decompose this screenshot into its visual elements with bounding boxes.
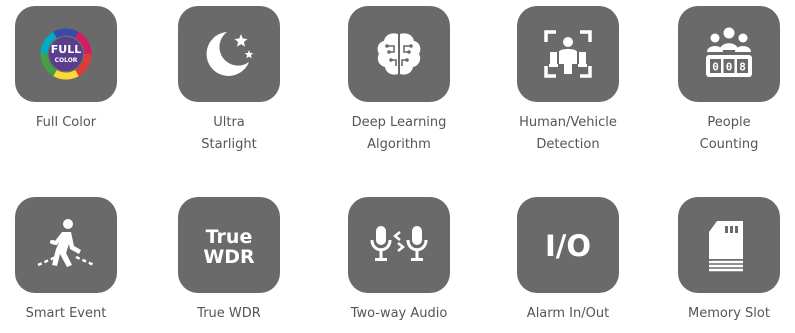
feature-label-line: Two-way Audio	[350, 306, 448, 321]
people-counting-tile: 0 0 8	[678, 6, 780, 102]
true-wdr-text-bottom: WDR	[203, 246, 255, 268]
alarm-in-out-tile: I/O	[517, 197, 619, 293]
true-wdr-tile: True WDR	[178, 197, 280, 293]
feature-label: Alarm In/Out	[527, 303, 609, 325]
feature-label: Smart Event	[26, 303, 107, 325]
feature-label-line: Full Color	[35, 115, 97, 130]
full-color-badge-top: FULL	[51, 43, 81, 56]
feature-label-line: Ultra	[213, 115, 245, 130]
two-way-microphone-icon	[370, 226, 428, 261]
full-color-badge-bottom: COLOR	[55, 57, 78, 64]
feature-label-line: People	[707, 115, 751, 130]
true-wdr-text-top: True	[206, 226, 253, 248]
feature-label: Full Color	[36, 112, 96, 134]
feature-label-line: Human/Vehicle	[519, 115, 617, 130]
walking-person-icon	[37, 219, 95, 267]
feature-label-line: Alarm In/Out	[526, 306, 610, 321]
feature-label-line: Smart Event	[25, 306, 107, 321]
feature-ultra-starlight: Ultra Starlight	[164, 6, 294, 156]
feature-people-counting: 0 0 8 People Counting	[664, 6, 794, 156]
two-way-audio-tile	[348, 197, 450, 293]
feature-memory-slot: Memory Slot	[664, 197, 794, 325]
feature-label-line: Starlight	[201, 137, 257, 152]
feature-label: People Counting	[700, 112, 759, 156]
human-vehicle-detection-icon	[544, 30, 592, 78]
io-icon-text: I/O	[545, 229, 591, 263]
feature-human-vehicle-detection: Human/Vehicle Detection	[503, 6, 633, 156]
smart-event-tile	[15, 197, 117, 293]
counter-digit: 8	[739, 61, 746, 74]
human-vehicle-detection-tile	[517, 6, 619, 102]
feature-label-line: True WDR	[197, 306, 261, 321]
counter-digit: 0	[712, 61, 719, 74]
people-counter-icon: 0 0 8	[706, 27, 752, 77]
feature-label-line: Algorithm	[367, 137, 431, 152]
ultra-starlight-tile	[178, 6, 280, 102]
feature-label: Ultra Starlight	[201, 112, 256, 156]
feature-alarm-in-out: I/O Alarm In/Out	[503, 197, 633, 325]
feature-label-line: Deep Learning	[351, 115, 447, 130]
feature-label: Two-way Audio	[351, 303, 448, 325]
feature-full-color: FULL COLOR Full Color	[1, 6, 131, 134]
feature-label-line: Counting	[699, 137, 759, 152]
feature-label: Deep Learning Algorithm	[352, 112, 447, 156]
brain-circuit-icon	[377, 33, 421, 75]
feature-smart-event: Smart Event	[1, 197, 131, 325]
feature-label: True WDR	[197, 303, 261, 325]
feature-label: Memory Slot	[688, 303, 770, 325]
deep-learning-tile	[348, 6, 450, 102]
counter-digit: 0	[726, 61, 733, 74]
feature-label: Human/Vehicle Detection	[519, 112, 617, 156]
moon-stars-icon	[206, 32, 254, 76]
memory-slot-tile	[678, 197, 780, 293]
feature-deep-learning: Deep Learning Algorithm	[334, 6, 464, 156]
full-color-icon: FULL COLOR	[40, 28, 92, 80]
memory-card-icon	[709, 221, 743, 272]
true-wdr-icon: True WDR	[203, 226, 255, 268]
feature-label-line: Memory Slot	[688, 306, 770, 321]
io-icon: I/O	[545, 229, 591, 263]
feature-true-wdr: True WDR True WDR	[164, 197, 294, 325]
feature-label-line: Detection	[536, 137, 600, 152]
feature-two-way-audio: Two-way Audio	[334, 197, 464, 325]
full-color-tile: FULL COLOR	[15, 6, 117, 102]
